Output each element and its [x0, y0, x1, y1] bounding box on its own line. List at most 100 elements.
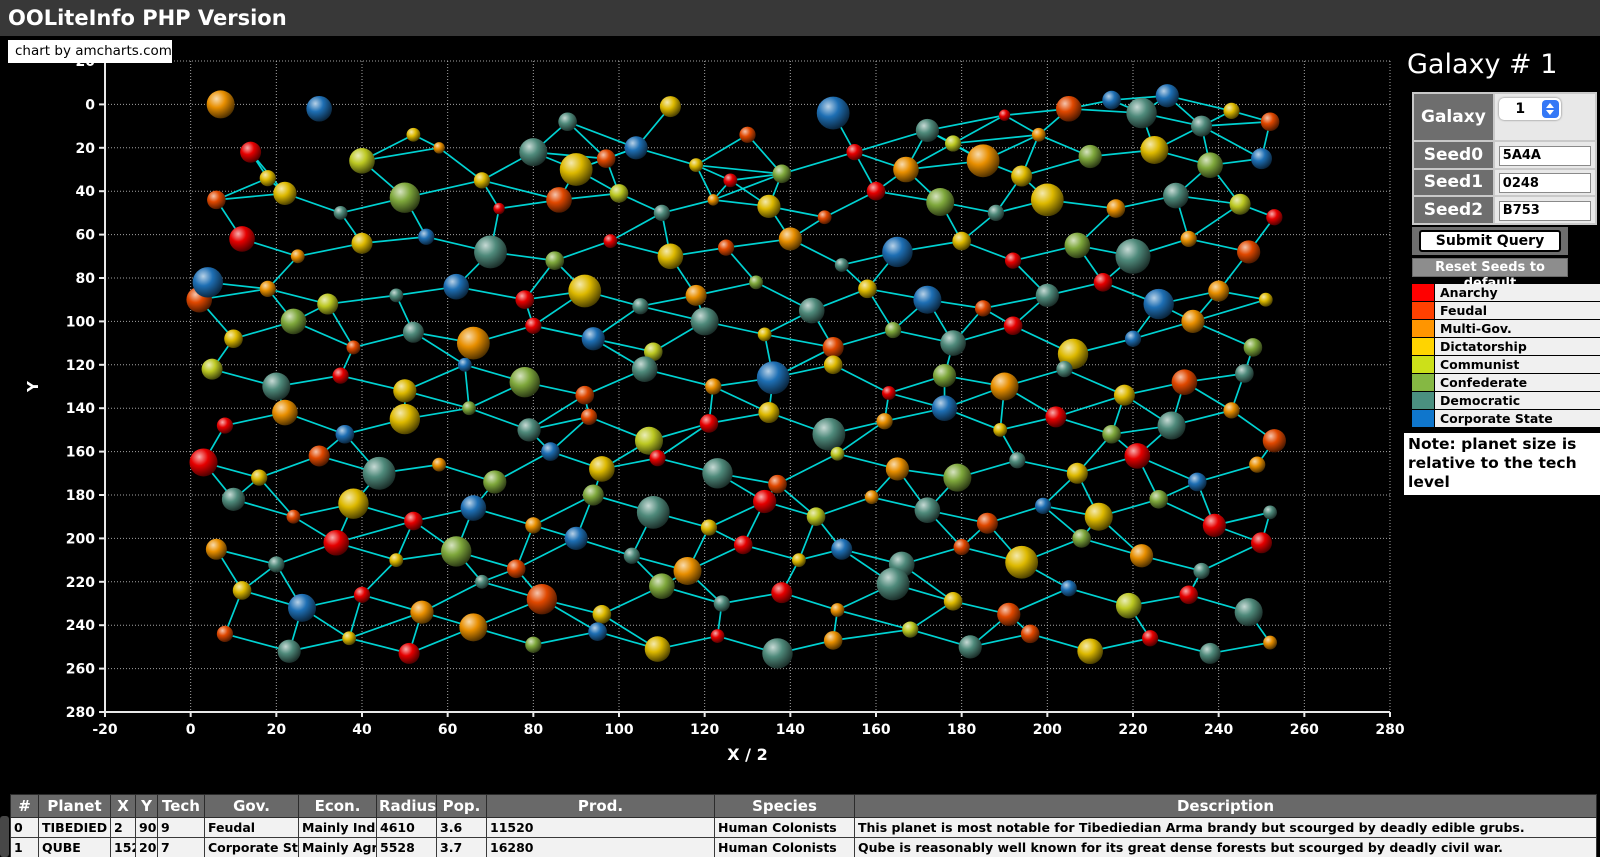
- planet[interactable]: [390, 183, 420, 213]
- planet[interactable]: [510, 367, 540, 397]
- planet[interactable]: [886, 457, 909, 480]
- planet[interactable]: [332, 368, 348, 384]
- planet[interactable]: [1126, 98, 1156, 128]
- planet[interactable]: [461, 495, 487, 521]
- planet[interactable]: [691, 307, 719, 335]
- planet[interactable]: [835, 258, 849, 272]
- planet[interactable]: [217, 417, 233, 433]
- planet[interactable]: [916, 119, 939, 142]
- reset-seeds-button[interactable]: Reset Seeds to default: [1412, 258, 1568, 277]
- planet[interactable]: [1032, 128, 1046, 142]
- planet[interactable]: [823, 337, 844, 358]
- planet[interactable]: [944, 592, 963, 611]
- planet[interactable]: [306, 96, 332, 122]
- planet[interactable]: [967, 144, 1000, 177]
- planet[interactable]: [902, 621, 918, 637]
- amcharts-watermark-link[interactable]: chart by amcharts.com: [8, 40, 172, 63]
- planet[interactable]: [1142, 630, 1158, 646]
- planet[interactable]: [1009, 452, 1025, 468]
- planet[interactable]: [734, 536, 753, 555]
- planet[interactable]: [824, 631, 843, 650]
- planet[interactable]: [1116, 593, 1142, 619]
- planet[interactable]: [867, 182, 886, 201]
- planet[interactable]: [705, 378, 721, 394]
- planet[interactable]: [649, 573, 675, 599]
- planet[interactable]: [604, 234, 618, 248]
- select-stepper-icon[interactable]: [1542, 100, 1559, 118]
- planet[interactable]: [207, 191, 226, 210]
- planet[interactable]: [558, 112, 577, 131]
- planet[interactable]: [1036, 284, 1059, 307]
- planet[interactable]: [363, 457, 396, 490]
- planet[interactable]: [278, 640, 301, 663]
- planet[interactable]: [507, 559, 526, 578]
- planet[interactable]: [632, 298, 648, 314]
- planet[interactable]: [762, 638, 792, 668]
- planet[interactable]: [260, 170, 276, 186]
- planet[interactable]: [272, 400, 298, 426]
- planet[interactable]: [1158, 412, 1186, 440]
- planet[interactable]: [291, 249, 305, 263]
- planet[interactable]: [700, 414, 719, 433]
- planet[interactable]: [932, 395, 958, 421]
- planet[interactable]: [999, 110, 1010, 121]
- planet[interactable]: [347, 341, 361, 355]
- planet[interactable]: [334, 206, 348, 220]
- planet[interactable]: [229, 226, 255, 252]
- planet[interactable]: [525, 637, 541, 653]
- planet[interactable]: [649, 450, 665, 466]
- planet[interactable]: [818, 210, 832, 224]
- planet[interactable]: [1079, 145, 1102, 168]
- planet[interactable]: [846, 144, 862, 160]
- planet[interactable]: [711, 629, 725, 643]
- planet[interactable]: [1181, 310, 1204, 333]
- planet[interactable]: [1116, 239, 1151, 274]
- planet[interactable]: [1085, 503, 1113, 531]
- planet[interactable]: [1223, 402, 1239, 418]
- planet[interactable]: [1163, 183, 1189, 209]
- planet[interactable]: [1263, 429, 1286, 452]
- planet[interactable]: [739, 127, 755, 143]
- planet[interactable]: [354, 587, 370, 603]
- planet[interactable]: [324, 530, 350, 556]
- planet[interactable]: [1251, 148, 1272, 169]
- planet[interactable]: [393, 379, 416, 402]
- planet[interactable]: [807, 507, 826, 526]
- submit-query-button[interactable]: Submit Query: [1419, 230, 1561, 252]
- galaxy-select[interactable]: 1: [1499, 98, 1561, 120]
- planet[interactable]: [519, 138, 547, 166]
- planet[interactable]: [597, 149, 616, 168]
- planet[interactable]: [309, 445, 330, 466]
- planet[interactable]: [1144, 289, 1174, 319]
- planet[interactable]: [545, 251, 564, 270]
- planet[interactable]: [1140, 136, 1168, 164]
- planet[interactable]: [610, 184, 629, 203]
- planet[interactable]: [268, 556, 284, 572]
- planet[interactable]: [1223, 103, 1239, 119]
- planet[interactable]: [207, 90, 235, 118]
- planet[interactable]: [273, 182, 296, 205]
- planet[interactable]: [1149, 490, 1168, 509]
- planet[interactable]: [812, 418, 845, 451]
- planet[interactable]: [336, 425, 355, 444]
- planet[interactable]: [1230, 194, 1251, 215]
- planet[interactable]: [993, 423, 1007, 437]
- planet[interactable]: [338, 488, 368, 518]
- planet[interactable]: [475, 575, 489, 589]
- planet[interactable]: [474, 236, 507, 269]
- planet[interactable]: [352, 233, 373, 254]
- planet[interactable]: [1191, 116, 1212, 137]
- planet[interactable]: [493, 203, 504, 214]
- planet[interactable]: [1181, 231, 1197, 247]
- planet[interactable]: [581, 409, 597, 425]
- planet[interactable]: [757, 195, 780, 218]
- planet[interactable]: [831, 447, 845, 461]
- planet[interactable]: [988, 205, 1004, 221]
- planet[interactable]: [483, 470, 506, 493]
- planet[interactable]: [565, 527, 588, 550]
- planet[interactable]: [1045, 406, 1066, 427]
- planet[interactable]: [349, 148, 375, 174]
- planet[interactable]: [593, 605, 612, 624]
- planet[interactable]: [1011, 166, 1032, 187]
- planet[interactable]: [624, 548, 640, 564]
